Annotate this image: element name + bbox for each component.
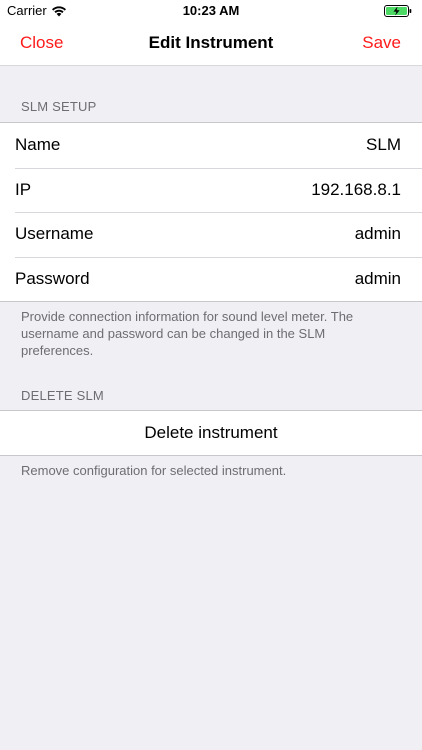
page-title: Edit Instrument — [148, 33, 274, 52]
section-header-delete-slm: DELETE SLM — [21, 388, 104, 403]
row-label: IP — [15, 179, 32, 199]
password-field[interactable]: admin — [355, 269, 401, 289]
section-header-slm-setup: SLM SETUP — [21, 99, 97, 114]
status-time: 10:23 AM — [182, 3, 240, 18]
status-bar: Carrier 10:23 AM — [0, 0, 422, 22]
row-label: Name — [15, 135, 61, 155]
row-username[interactable]: Username admin — [0, 212, 422, 257]
section-footer-slm-setup: Provide connection information for sound… — [21, 309, 354, 358]
delete-slm-group: Delete instrument — [0, 410, 422, 456]
navigation-bar: Close Edit Instrument Save — [0, 22, 422, 66]
row-label: Password — [15, 268, 90, 288]
row-name[interactable]: Name SLM — [0, 123, 422, 168]
save-button[interactable]: Save — [362, 33, 401, 53]
row-password[interactable]: Password admin — [0, 256, 422, 302]
name-field[interactable]: SLM — [366, 135, 401, 155]
battery-charging-icon — [384, 5, 412, 17]
delete-instrument-button[interactable]: Delete instrument — [0, 411, 422, 455]
section-footer-delete-slm: Remove configuration for selected instru… — [21, 463, 287, 478]
username-field[interactable]: admin — [355, 224, 401, 244]
ip-field[interactable]: 192.168.8.1 — [311, 180, 401, 200]
slm-setup-group: Name SLM IP 192.168.8.1 Username admin P… — [0, 122, 422, 302]
row-ip[interactable]: IP 192.168.8.1 — [0, 167, 422, 213]
row-label: Username — [15, 224, 94, 244]
